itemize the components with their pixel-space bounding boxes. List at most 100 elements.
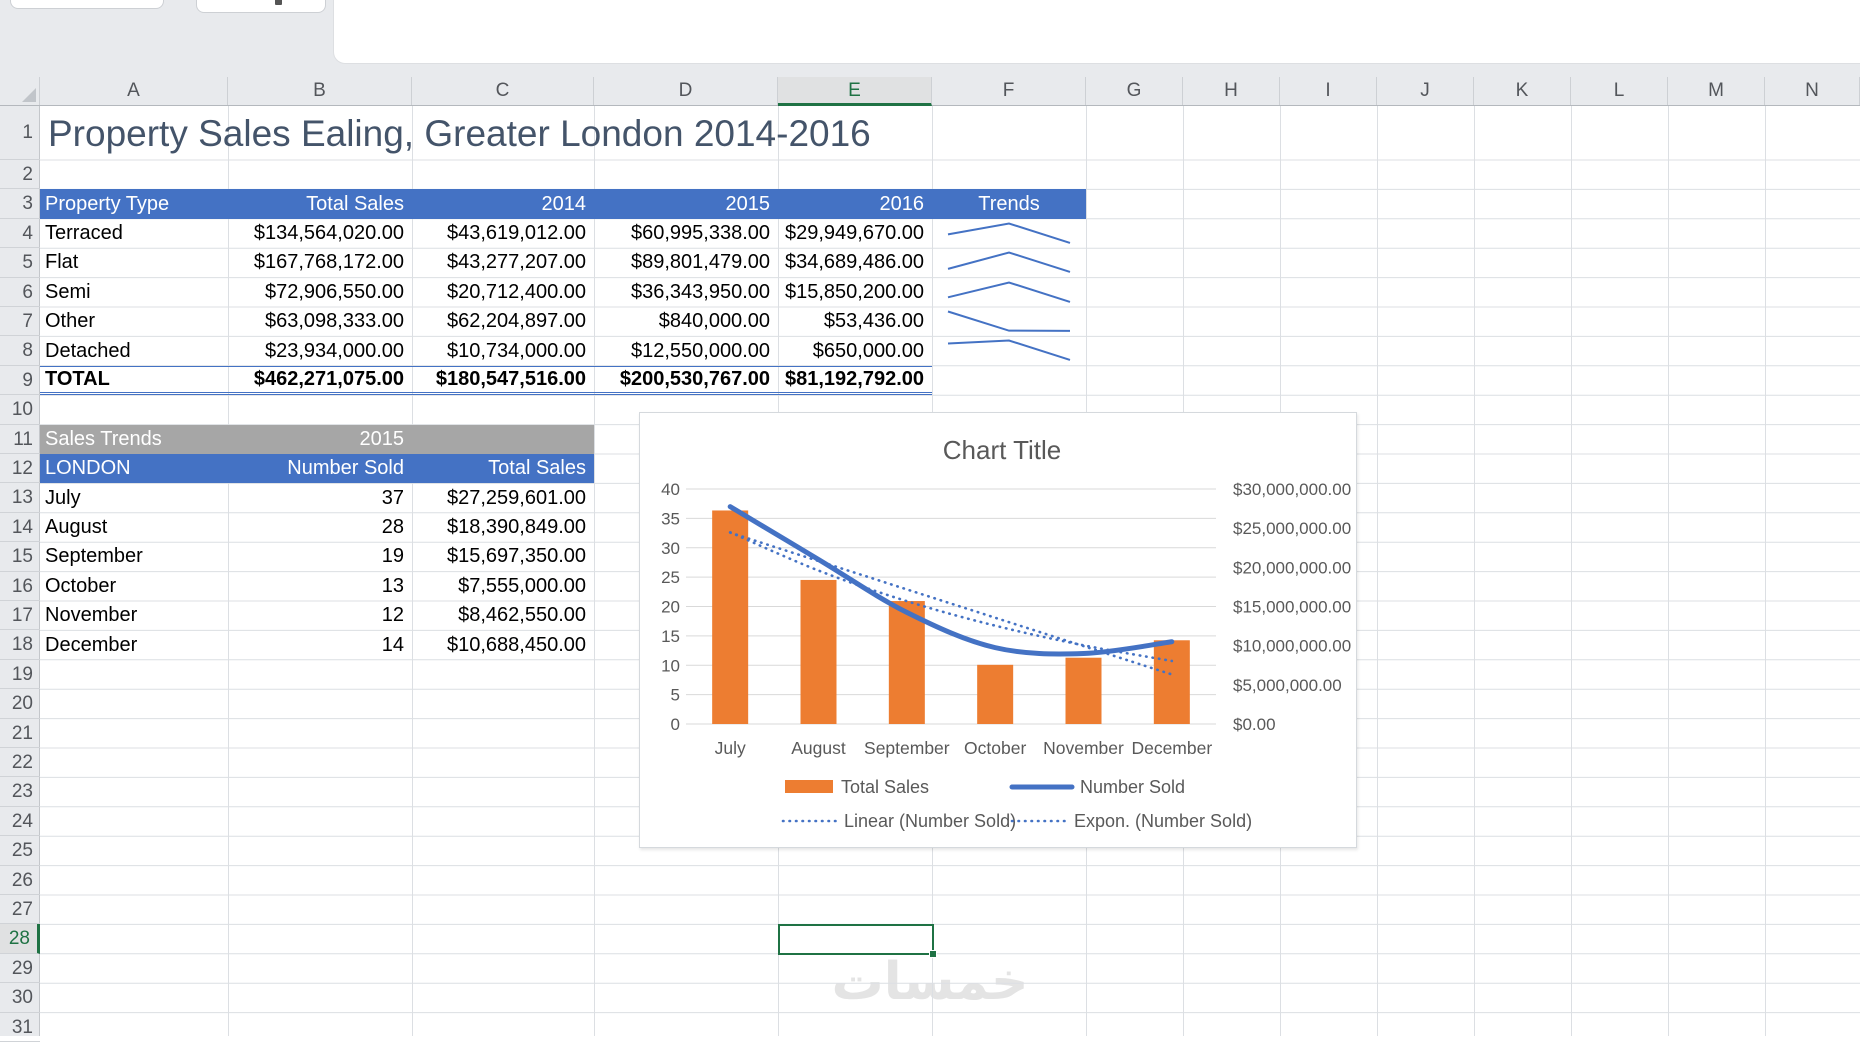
property-header-0[interactable]: Property Type xyxy=(40,189,228,218)
cell-month[interactable]: August xyxy=(40,513,228,542)
selected-cell-E28[interactable] xyxy=(778,924,937,958)
cell-2015[interactable]: $36,343,950.00 xyxy=(594,278,778,307)
column-header-F[interactable]: F xyxy=(932,77,1086,105)
cell-number-sold[interactable]: 37 xyxy=(228,483,412,512)
cell-total-total[interactable]: $462,271,075.00 xyxy=(228,367,412,392)
cell-month[interactable]: October xyxy=(40,572,228,601)
cell-2014[interactable]: $43,619,012.00 xyxy=(412,219,594,248)
row-header-19[interactable]: 19 xyxy=(0,660,40,690)
cell-total-2016[interactable]: $81,192,792.00 xyxy=(778,367,932,392)
cell-2014[interactable]: $20,712,400.00 xyxy=(412,278,594,307)
cell-2016[interactable]: $650,000.00 xyxy=(778,336,932,365)
cell-2015[interactable]: $12,550,000.00 xyxy=(594,336,778,365)
row-header-2[interactable]: 2 xyxy=(0,160,40,190)
row-header-9[interactable]: 9 xyxy=(0,366,40,396)
cell-2016[interactable]: $34,689,486.00 xyxy=(778,248,932,277)
row-header-28[interactable]: 28 xyxy=(0,924,40,954)
sales-header-1[interactable]: Number Sold xyxy=(228,454,412,483)
row-header-7[interactable]: 7 xyxy=(0,307,40,337)
cell-number-sold[interactable]: 28 xyxy=(228,513,412,542)
fill-handle[interactable] xyxy=(929,950,937,958)
row-header-11[interactable]: 11 xyxy=(0,425,40,454)
cell-2014[interactable]: $62,204,897.00 xyxy=(412,307,594,336)
column-header-E[interactable]: E xyxy=(778,77,932,106)
row-header-24[interactable]: 24 xyxy=(0,807,40,837)
cell-total-2015[interactable]: $200,530,767.00 xyxy=(594,367,778,392)
row-header-23[interactable]: 23 xyxy=(0,777,40,807)
cell-month-sales[interactable]: $10,688,450.00 xyxy=(412,630,594,659)
cell-2016[interactable]: $29,949,670.00 xyxy=(778,219,932,248)
cell-month-sales[interactable]: $27,259,601.00 xyxy=(412,483,594,512)
cell-2015[interactable]: $89,801,479.00 xyxy=(594,248,778,277)
row-header-22[interactable]: 22 xyxy=(0,748,40,778)
cell-2014[interactable]: $43,277,207.00 xyxy=(412,248,594,277)
property-header-1[interactable]: Total Sales xyxy=(228,189,412,218)
row-header-20[interactable]: 20 xyxy=(0,689,40,719)
row-header-30[interactable]: 30 xyxy=(0,983,40,1013)
row-header-12[interactable]: 12 xyxy=(0,454,40,484)
cell-sales-trends-year[interactable]: 2015 xyxy=(228,425,412,454)
column-header-J[interactable]: J xyxy=(1377,77,1474,105)
row-header-3[interactable]: 3 xyxy=(0,189,40,219)
property-header-2[interactable]: 2014 xyxy=(412,189,594,218)
trend-sparkline-flat[interactable] xyxy=(932,248,1086,277)
sales-header-0[interactable]: LONDON xyxy=(40,454,228,483)
row-header-13[interactable]: 13 xyxy=(0,483,40,513)
column-header-C[interactable]: C xyxy=(412,77,594,105)
trend-sparkline-terraced[interactable] xyxy=(932,219,1086,248)
row-header-16[interactable]: 16 xyxy=(0,572,40,601)
column-header-L[interactable]: L xyxy=(1571,77,1668,105)
cell-2016[interactable]: $15,850,200.00 xyxy=(778,278,932,307)
cell-property-type[interactable]: Semi xyxy=(40,278,228,307)
column-header-I[interactable]: I xyxy=(1280,77,1377,105)
floating-tab-left[interactable] xyxy=(10,0,164,9)
column-header-B[interactable]: B xyxy=(228,77,412,105)
cell-2015[interactable]: $840,000.00 xyxy=(594,307,778,336)
row-header-15[interactable]: 15 xyxy=(0,542,40,572)
cell-total-sales[interactable]: $134,564,020.00 xyxy=(228,219,412,248)
chart-object[interactable]: Chart Title 40 35 30 25 20 15 10 5 0 $30,000,000.0… xyxy=(639,412,1357,848)
cell-month[interactable]: September xyxy=(40,542,228,571)
cell-property-type[interactable]: Detached xyxy=(40,336,228,365)
row-header-27[interactable]: 27 xyxy=(0,895,40,925)
cell-total-sales[interactable]: $167,768,172.00 xyxy=(228,248,412,277)
floating-tab-right[interactable] xyxy=(196,0,326,13)
cell-month-sales[interactable]: $15,697,350.00 xyxy=(412,542,594,571)
column-header-H[interactable]: H xyxy=(1183,77,1280,105)
cell-total-sales[interactable]: $23,934,000.00 xyxy=(228,336,412,365)
row-header-25[interactable]: 25 xyxy=(0,836,40,866)
row-header-21[interactable]: 21 xyxy=(0,719,40,748)
trend-sparkline-detached[interactable] xyxy=(932,336,1086,365)
cell-month-sales[interactable]: $7,555,000.00 xyxy=(412,572,594,601)
row-header-8[interactable]: 8 xyxy=(0,336,40,366)
row-header-1[interactable]: 1 xyxy=(0,106,40,160)
column-header-G[interactable]: G xyxy=(1086,77,1183,105)
column-header-M[interactable]: M xyxy=(1668,77,1765,105)
trend-sparkline-other[interactable] xyxy=(932,307,1086,336)
sales-header-2[interactable]: Total Sales xyxy=(412,454,594,483)
select-all-corner[interactable] xyxy=(0,77,40,105)
cell-property-type[interactable]: Other xyxy=(40,307,228,336)
cell-total-label[interactable]: TOTAL xyxy=(40,367,228,392)
cell-number-sold[interactable]: 19 xyxy=(228,542,412,571)
row-header-18[interactable]: 18 xyxy=(0,630,40,660)
row-header-14[interactable]: 14 xyxy=(0,513,40,543)
cell-total-sales[interactable]: $72,906,550.00 xyxy=(228,278,412,307)
cell-total-2014[interactable]: $180,547,516.00 xyxy=(412,367,594,392)
cell-total-sales[interactable]: $63,098,333.00 xyxy=(228,307,412,336)
column-header-N[interactable]: N xyxy=(1765,77,1860,105)
cell-2014[interactable]: $10,734,000.00 xyxy=(412,336,594,365)
row-header-29[interactable]: 29 xyxy=(0,954,40,984)
row-header-5[interactable]: 5 xyxy=(0,248,40,278)
cell-number-sold[interactable]: 12 xyxy=(228,601,412,630)
cell-number-sold[interactable]: 13 xyxy=(228,572,412,601)
column-header-D[interactable]: D xyxy=(594,77,778,105)
property-header-5[interactable]: Trends xyxy=(932,189,1086,218)
property-header-4[interactable]: 2016 xyxy=(778,189,932,218)
column-header-K[interactable]: K xyxy=(1474,77,1571,105)
row-header-6[interactable]: 6 xyxy=(0,278,40,307)
row-header-26[interactable]: 26 xyxy=(0,866,40,895)
cell-sales-trends-title[interactable]: Sales Trends xyxy=(40,425,228,454)
cell-2016[interactable]: $53,436.00 xyxy=(778,307,932,336)
cell-property-type[interactable]: Flat xyxy=(40,248,228,277)
